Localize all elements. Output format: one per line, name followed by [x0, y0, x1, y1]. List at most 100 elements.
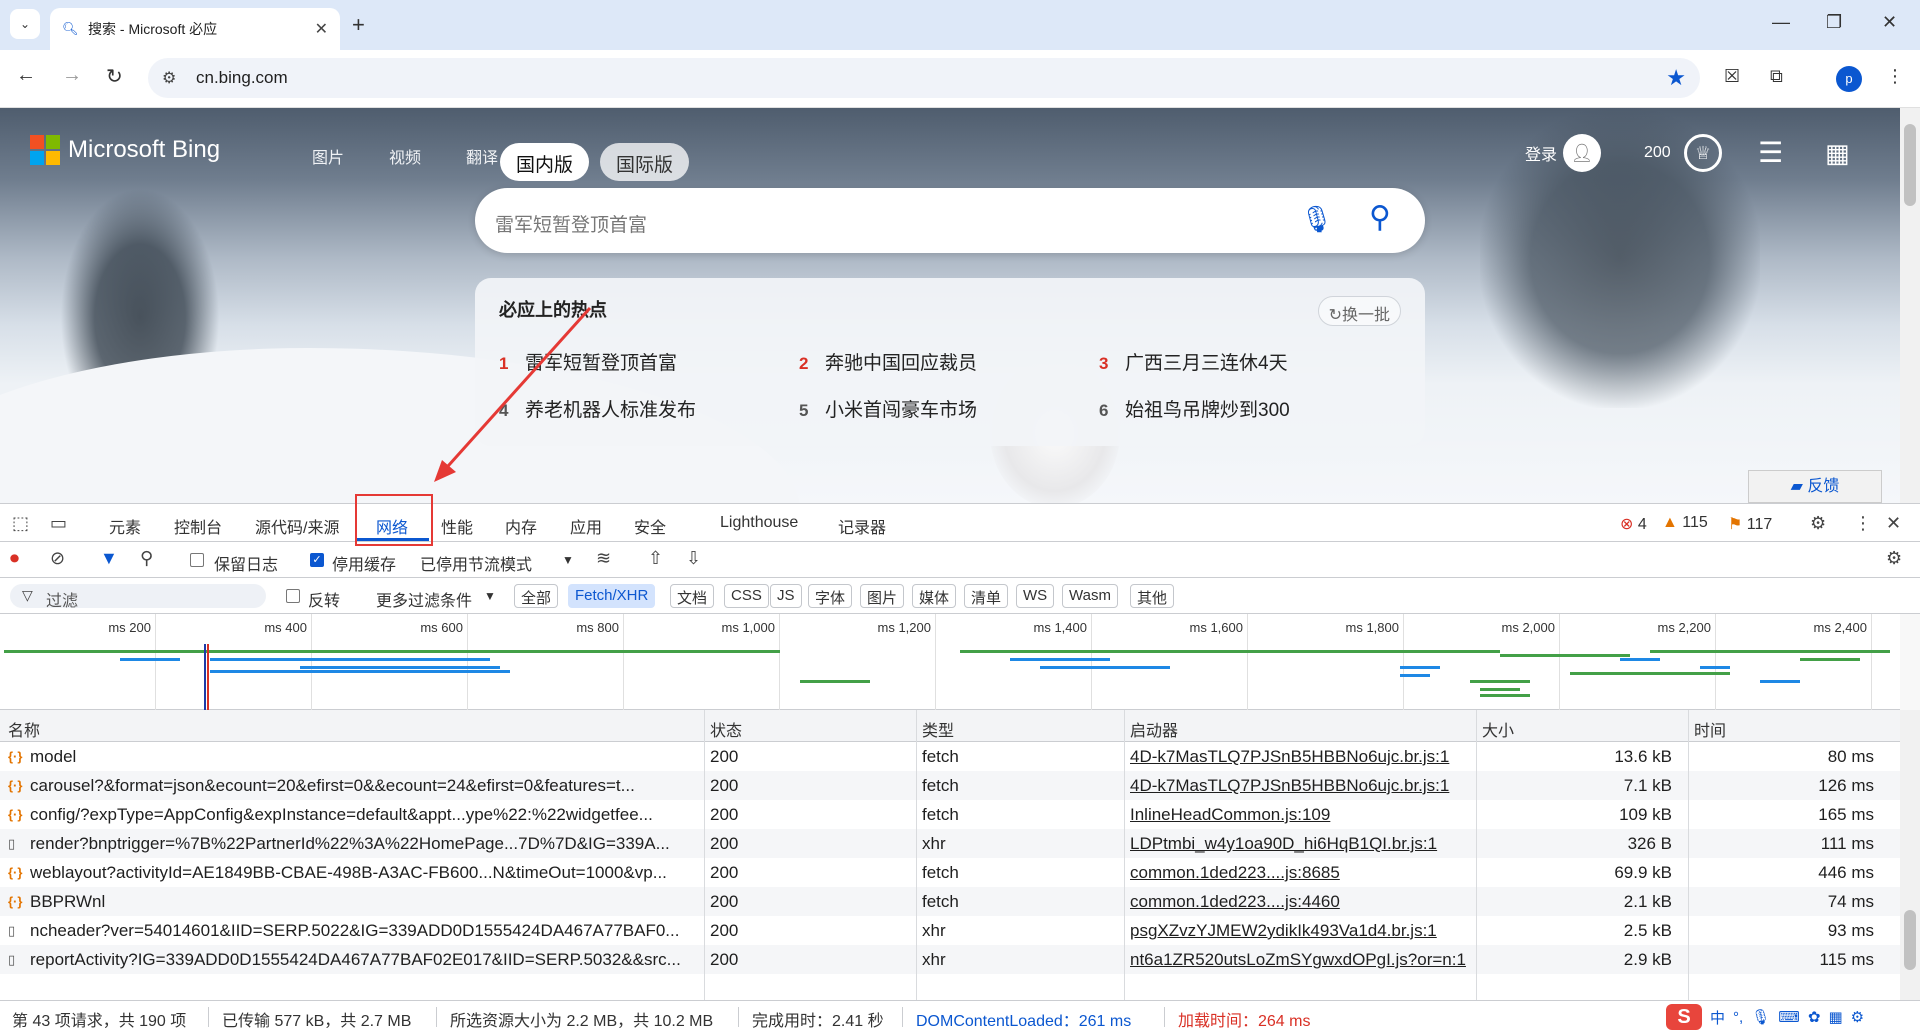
- filter-chip-manifest[interactable]: 清单: [964, 584, 1009, 608]
- profile-avatar[interactable]: p: [1836, 66, 1862, 92]
- cell-initiator[interactable]: LDPtmbi_w4y1oa90D_hi6HqB1QI.br.js:1: [1130, 834, 1470, 854]
- nav-images[interactable]: 图片: [312, 144, 344, 168]
- filter-chip-media[interactable]: 媒体: [912, 584, 957, 608]
- disable-cache-checkbox[interactable]: ✓: [310, 553, 324, 567]
- trending-item[interactable]: 1 雷军短暂登顶首富: [499, 348, 677, 375]
- browser-menu-icon[interactable]: ⋮: [1886, 66, 1904, 87]
- close-window-icon[interactable]: ✕: [1882, 12, 1897, 33]
- search-icon[interactable]: ⚲: [140, 548, 153, 569]
- address-bar[interactable]: ⚙ cn.bing.com ★: [148, 58, 1700, 98]
- table-row[interactable]: ▯ render?bnptrigger=%7B%22PartnerId%22%3A…: [0, 829, 1900, 858]
- tab-search-dropdown-icon[interactable]: ⌄: [10, 9, 40, 39]
- tab-lighthouse[interactable]: Lighthouse: [720, 514, 798, 532]
- filter-chip-js[interactable]: JS: [770, 584, 802, 608]
- bookmark-star-icon[interactable]: ★: [1666, 65, 1686, 91]
- ime-toolbox-icon[interactable]: ▦: [1828, 1008, 1842, 1026]
- filter-chip-wasm[interactable]: Wasm: [1062, 584, 1118, 608]
- cell-name[interactable]: ncheader?ver=54014601&IID=SERP.5022&IG=3…: [30, 921, 695, 941]
- cell-name[interactable]: config/?expType=AppConfig&expInstance=de…: [30, 805, 695, 825]
- cell-initiator[interactable]: common.1ded223....js:8685: [1130, 863, 1470, 883]
- table-row[interactable]: ▯ ncheader?ver=54014601&IID=SERP.5022&IG=…: [0, 916, 1900, 945]
- extension-x-icon[interactable]: ☒: [1724, 66, 1740, 87]
- ime-punctuation-icon[interactable]: °,: [1733, 1009, 1743, 1026]
- site-info-icon[interactable]: ⚙: [162, 68, 176, 88]
- forward-icon[interactable]: →: [62, 64, 82, 87]
- device-toolbar-icon[interactable]: ▭: [50, 513, 67, 534]
- column-header-time[interactable]: 时间: [1694, 717, 1726, 741]
- restore-icon[interactable]: ❐: [1826, 12, 1842, 33]
- ime-tools-icon[interactable]: ⚙: [1851, 1008, 1864, 1026]
- hamburger-menu-icon[interactable]: ☰: [1758, 136, 1783, 169]
- filter-chip-ws[interactable]: WS: [1016, 584, 1055, 608]
- trending-item[interactable]: 5 小米首闯豪车市场: [799, 395, 977, 422]
- login-area[interactable]: 登录 👤︎: [1525, 134, 1602, 172]
- filter-chip-css[interactable]: CSS: [724, 584, 769, 608]
- filter-chip-font[interactable]: 字体: [808, 584, 853, 608]
- search-input[interactable]: 雷军短暂登顶首富: [495, 210, 647, 237]
- more-options-icon[interactable]: ⋮: [1854, 513, 1872, 534]
- cell-initiator[interactable]: psgXZvzYJMEW2ydikIk493Va1d4.br.js:1: [1130, 921, 1470, 941]
- ime-language[interactable]: 中: [1710, 1007, 1725, 1028]
- bing-search-box[interactable]: 雷军短暂登顶首富 🎙︎ ⚲: [475, 188, 1425, 253]
- back-icon[interactable]: ←: [16, 64, 36, 87]
- column-header-initiator[interactable]: 启动器: [1130, 717, 1178, 741]
- nav-translate[interactable]: 翻译: [466, 144, 498, 168]
- network-settings-icon[interactable]: ⚙: [1886, 548, 1902, 569]
- sogou-ime-icon[interactable]: S: [1666, 1004, 1702, 1030]
- clear-icon[interactable]: ⊘: [50, 548, 65, 569]
- browser-tab[interactable]: 🔍︎ 搜索 - Microsoft 必应 ✕: [50, 8, 340, 50]
- inspect-element-icon[interactable]: ⬚: [12, 513, 29, 534]
- trending-item[interactable]: 6 始祖鸟吊牌炒到300: [1099, 395, 1290, 422]
- microphone-icon[interactable]: 🎙︎: [1300, 204, 1333, 235]
- tab-console[interactable]: 控制台: [174, 514, 222, 538]
- network-timeline-overview[interactable]: 200 ms 400 ms 600 ms 800 ms 1,000 ms 1,200 ms…: [0, 614, 1900, 710]
- throttle-select[interactable]: 已停用节流模式: [420, 551, 532, 575]
- url-text[interactable]: cn.bing.com: [196, 68, 288, 88]
- reload-icon[interactable]: ↻: [106, 64, 123, 89]
- cell-name[interactable]: reportActivity?IG=339ADD0D1555424DA467A7…: [30, 950, 695, 970]
- record-stop-icon[interactable]: ⏺: [10, 548, 19, 569]
- tab-elements[interactable]: 元素: [109, 514, 141, 538]
- issue-count[interactable]: ⚑ 117: [1728, 514, 1772, 534]
- tab-performance[interactable]: 性能: [441, 514, 473, 538]
- cell-initiator[interactable]: 4D-k7MasTLQ7PJSnB5HBBNo6ujc.br.js:1: [1130, 747, 1470, 767]
- settings-gear-icon[interactable]: ⚙: [1810, 513, 1826, 534]
- filter-chip-fetch-xhr[interactable]: Fetch/XHR: [568, 584, 656, 608]
- login-label[interactable]: 登录: [1525, 141, 1557, 165]
- ime-voice-icon[interactable]: 🎙︎: [1751, 1008, 1770, 1026]
- tab-recorder[interactable]: 记录器: [838, 514, 886, 538]
- user-avatar-icon[interactable]: 👤︎: [1563, 134, 1602, 172]
- overview-scrollbar[interactable]: [1900, 614, 1920, 710]
- column-header-size[interactable]: 大小: [1482, 717, 1514, 741]
- column-header-name[interactable]: 名称: [8, 717, 40, 741]
- network-conditions-icon[interactable]: ≋: [596, 548, 611, 569]
- rewards-trophy-icon[interactable]: ♕: [1684, 134, 1722, 172]
- bing-logo[interactable]: Microsoft Bing: [30, 135, 220, 165]
- filter-chip-img[interactable]: 图片: [860, 584, 905, 608]
- search-icon[interactable]: ⚲: [1369, 200, 1391, 235]
- cell-initiator[interactable]: 4D-k7MasTLQ7PJSnB5HBBNo6ujc.br.js:1: [1130, 776, 1470, 796]
- ime-skin-icon[interactable]: ✿: [1808, 1008, 1821, 1026]
- column-header-type[interactable]: 类型: [922, 717, 954, 741]
- trending-item[interactable]: 4 养老机器人标准发布: [499, 395, 696, 422]
- filter-chip-all[interactable]: 全部: [514, 584, 559, 608]
- cell-name[interactable]: weblayout?activityId=AE1849BB-CBAE-498B-…: [30, 863, 695, 883]
- cell-initiator[interactable]: nt6a1ZR520utsLoZmSYgwxdOPgI.js?or=n:1: [1130, 950, 1470, 970]
- cell-name[interactable]: render?bnptrigger=%7B%22PartnerId%22%3A%…: [30, 834, 695, 854]
- table-row[interactable]: {·} carousel?&format=json&ecount=20&efirs…: [0, 771, 1900, 800]
- tab-sources[interactable]: 源代码/来源: [255, 514, 339, 538]
- import-har-icon[interactable]: ⇧: [648, 548, 663, 569]
- column-header-status[interactable]: 状态: [710, 717, 742, 741]
- cell-initiator[interactable]: InlineHeadCommon.js:109: [1130, 805, 1470, 825]
- refresh-trending-button[interactable]: ↻换一批: [1317, 296, 1401, 326]
- region-tab-international[interactable]: 国际版: [600, 143, 690, 181]
- filter-chip-doc[interactable]: 文档: [670, 584, 715, 608]
- table-row[interactable]: {·} config/?expType=AppConfig&expInstance…: [0, 800, 1900, 829]
- filter-chip-other[interactable]: 其他: [1130, 584, 1175, 608]
- extensions-puzzle-icon[interactable]: ⧉: [1770, 66, 1783, 87]
- export-har-icon[interactable]: ⇩: [686, 548, 701, 569]
- throttle-dropdown-icon[interactable]: ▼: [562, 553, 574, 567]
- cell-initiator[interactable]: common.1ded223....js:4460: [1130, 892, 1470, 912]
- table-row[interactable]: {·} BBPRWnl 200 fetch common.1ded223....js:4…: [0, 887, 1900, 916]
- cell-name[interactable]: carousel?&format=json&ecount=20&efirst=0…: [30, 776, 695, 796]
